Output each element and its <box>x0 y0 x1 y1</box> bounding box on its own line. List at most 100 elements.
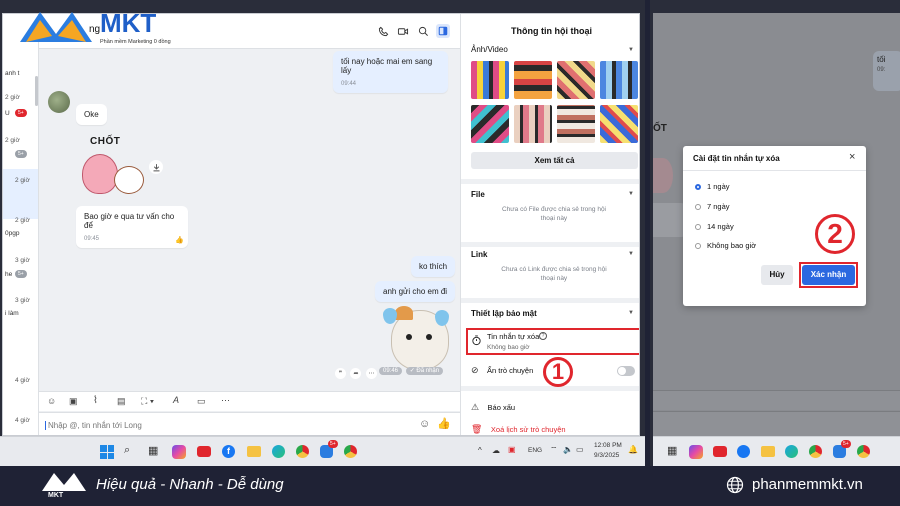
video-call-icon[interactable] <box>397 25 409 37</box>
sidebar-scrollbar[interactable] <box>35 76 38 106</box>
chevron-icon[interactable]: ▼ <box>628 191 634 197</box>
media-thumb[interactable] <box>600 61 638 99</box>
image-icon[interactable]: ▣ <box>69 396 78 407</box>
message-bubble-incoming[interactable]: Bao giờ e qua tư vấn cho để 09:45 <box>76 206 188 248</box>
message-bubble-outgoing[interactable]: anh gửi cho em đi <box>375 281 456 302</box>
clock-date[interactable]: 9/3/2025 <box>594 452 619 459</box>
folder-icon[interactable] <box>247 446 261 457</box>
message-text: Bao giờ e qua tư vấn cho để <box>84 212 175 230</box>
app-tray-icon[interactable]: ▣ <box>508 445 516 454</box>
folder-icon[interactable] <box>761 446 775 457</box>
info-panel-toggle-icon[interactable] <box>436 24 450 38</box>
download-icon[interactable] <box>149 160 163 174</box>
radio[interactable] <box>695 243 701 250</box>
sticker-icon[interactable]: ☺ <box>47 396 56 406</box>
youtube-icon[interactable] <box>713 446 727 457</box>
text-format-icon[interactable]: A <box>173 395 179 405</box>
option-7-days[interactable]: 7 ngày <box>695 202 730 211</box>
copilot-icon[interactable] <box>689 445 703 459</box>
confirm-button[interactable]: Xác nhận <box>802 265 855 285</box>
sidebar-item[interactable]: 4 giờ <box>15 417 30 424</box>
quote-icon[interactable]: ❞ <box>335 368 346 379</box>
forward-icon[interactable]: ➦ <box>350 368 362 379</box>
emoji-icon[interactable]: ☺ <box>419 418 430 430</box>
hide-chat-toggle[interactable] <box>617 366 635 376</box>
youtube-icon[interactable] <box>197 446 211 457</box>
message-input[interactable]: Nhập @, tin nhắn tới Long <box>45 421 142 430</box>
sidebar-item[interactable]: 3 giờ <box>15 297 30 304</box>
battery-icon[interactable]: ▭ <box>576 445 584 454</box>
thumbs-up-icon[interactable]: 👍 <box>437 417 451 430</box>
media-thumb[interactable] <box>557 61 595 99</box>
chevron-icon[interactable]: ▼ <box>628 47 634 53</box>
conversation-sidebar: anh t 2 giờ U 5+ 2 giờ 5+ 2 giờ 2 giờ 0p… <box>3 14 39 435</box>
task-view-icon[interactable]: ▦ <box>148 444 158 457</box>
message-bubble-outgoing[interactable]: tối nay hoặc mai em sang lấy 09:44 <box>333 51 448 93</box>
media-thumb[interactable] <box>471 105 509 143</box>
media-thumb[interactable] <box>600 105 638 143</box>
language-indicator[interactable]: ENG <box>528 447 542 454</box>
screenshot-icon[interactable]: ⛶ ▾ <box>141 396 154 407</box>
option-never[interactable]: Không bao giờ <box>695 241 756 250</box>
divider <box>461 242 639 247</box>
chrome-icon[interactable] <box>857 445 870 458</box>
delete-history-row[interactable]: 🗑 Xoá lịch sử trò chuyện <box>471 419 566 435</box>
contact-card-icon[interactable]: ▤ <box>117 396 126 407</box>
report-row[interactable]: ⚠ Báo xấu <box>471 397 515 415</box>
sidebar-item[interactable]: 2 giờ <box>5 137 20 144</box>
chevron-icon[interactable]: ▼ <box>628 310 634 316</box>
chrome-icon[interactable] <box>296 445 309 458</box>
cat-sticker[interactable] <box>381 300 453 375</box>
facebook-icon[interactable]: f <box>222 445 235 458</box>
close-icon[interactable]: × <box>849 151 855 163</box>
radio[interactable] <box>695 224 701 231</box>
notification-icon[interactable]: 🔔 <box>628 445 638 454</box>
contact-avatar[interactable] <box>48 91 70 113</box>
sidebar-item[interactable]: 2 giờ <box>15 217 30 224</box>
more-tools-icon[interactable]: ⋯ <box>221 395 230 406</box>
attachment-icon[interactable]: ⌇ <box>93 395 98 406</box>
reaction-like-icon[interactable]: 👍 <box>175 236 184 244</box>
option-1-day[interactable]: 1 ngày <box>695 182 730 191</box>
sidebar-item[interactable]: 4 giờ <box>15 377 30 384</box>
radio[interactable] <box>695 204 701 211</box>
wifi-icon[interactable]: ⌔ <box>550 445 558 455</box>
sidebar-item-sub: i làm <box>5 310 19 317</box>
edge-icon[interactable] <box>272 445 285 458</box>
cloud-icon[interactable]: ☁ <box>492 446 500 455</box>
message-bubble-incoming[interactable]: Oke <box>76 104 107 125</box>
volume-icon[interactable]: 🔈 <box>563 445 573 454</box>
media-thumb[interactable] <box>514 105 552 143</box>
tray-chevron-icon[interactable]: ^ <box>478 446 482 455</box>
media-thumb[interactable] <box>557 105 595 143</box>
view-all-button[interactable]: Xem tất cả <box>471 152 638 169</box>
task-view-icon[interactable]: ▦ <box>667 444 677 457</box>
quick-message-icon[interactable]: ▭ <box>197 396 206 407</box>
sidebar-item[interactable]: 3 giờ <box>15 257 30 264</box>
chevron-icon[interactable]: ▼ <box>628 251 634 257</box>
radio-selected[interactable] <box>695 184 701 191</box>
option-14-days[interactable]: 14 ngày <box>695 222 734 231</box>
facebook-icon[interactable] <box>737 445 750 458</box>
sticker-message[interactable]: CHỐT <box>78 132 153 202</box>
phone-icon[interactable] <box>377 25 389 37</box>
edge-icon[interactable] <box>785 445 798 458</box>
copilot-icon[interactable] <box>172 445 186 459</box>
footer-website-link[interactable]: phanmemmkt.vn <box>752 476 863 493</box>
taskbar-search-icon[interactable]: ⌕ <box>124 444 130 457</box>
start-icon[interactable] <box>100 445 114 459</box>
sidebar-item[interactable]: anh t <box>5 70 19 77</box>
media-thumb[interactable] <box>514 61 552 99</box>
cancel-button[interactable]: Hủy <box>761 265 793 285</box>
clock-time[interactable]: 12:08 PM <box>594 442 622 449</box>
sidebar-item[interactable]: 2 giờ <box>5 94 20 101</box>
help-icon[interactable]: ? <box>539 332 547 340</box>
chrome-icon[interactable] <box>344 445 357 458</box>
search-icon[interactable] <box>417 25 429 37</box>
media-thumb[interactable] <box>471 61 509 99</box>
more-options-icon[interactable]: ⋯ <box>365 368 377 379</box>
chrome-icon[interactable] <box>809 445 822 458</box>
sidebar-item[interactable]: 2 giờ <box>15 177 30 184</box>
auto-delete-setting[interactable]: Tin nhắn tự xóa ? Không bao giờ <box>466 328 639 355</box>
message-bubble-outgoing[interactable]: ko thích <box>411 256 456 277</box>
